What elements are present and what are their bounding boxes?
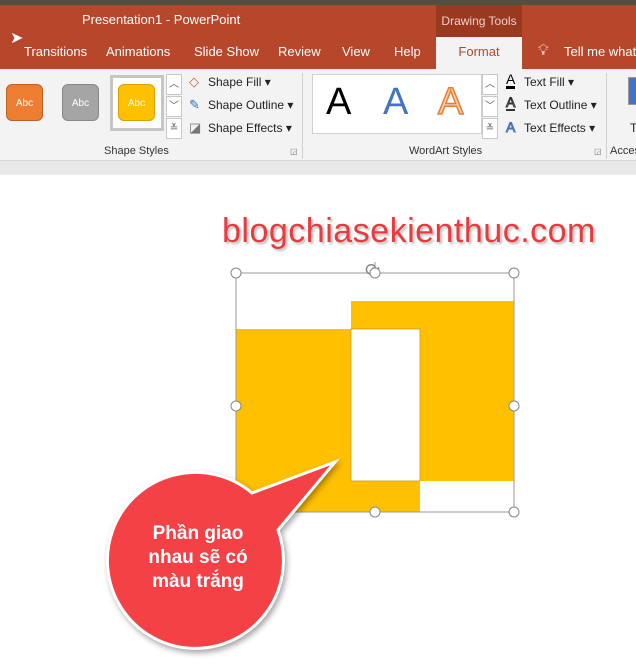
slide-canvas: ⟳ — [105, 260, 520, 650]
callout-line: nhau sẽ có — [148, 547, 248, 568]
callout-text: Phần giao nhau sẽ có màu trắng — [120, 522, 276, 594]
intersection-area — [350, 328, 421, 482]
callout-line: màu trắng — [152, 571, 244, 592]
callout-line: Phần giao — [152, 523, 244, 544]
